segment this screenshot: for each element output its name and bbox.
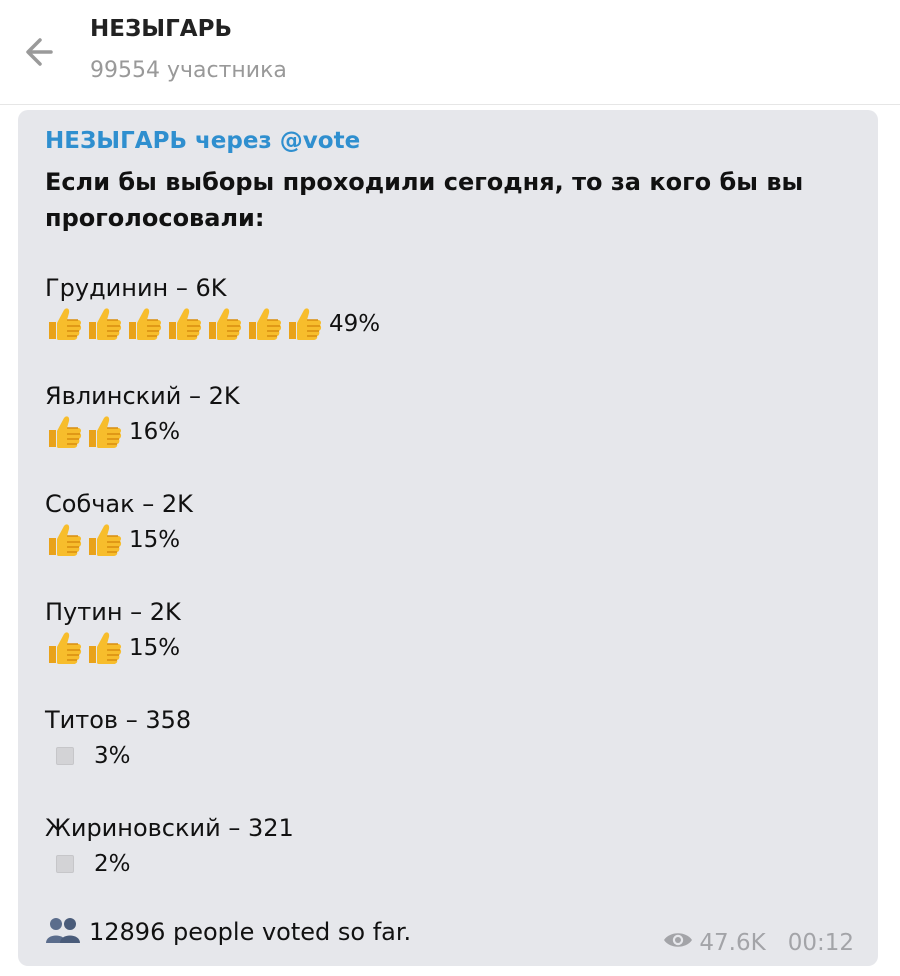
eye-icon	[663, 930, 699, 956]
poll-option: Собчак – 2K 15%	[45, 486, 193, 558]
poll-option-bar: 16%	[45, 414, 240, 450]
thumbs-up-icon	[85, 630, 123, 666]
message-meta: 47.6K 00:12	[663, 930, 854, 956]
people-icon	[45, 916, 89, 948]
voted-count-text: 12896 people voted so far.	[89, 918, 412, 946]
poll-option: Явлинский – 2K 16%	[45, 378, 240, 450]
empty-bar-square-icon	[56, 855, 74, 873]
voted-summary: 12896 people voted so far.	[45, 916, 411, 948]
poll-option-label: Собчак – 2K	[45, 490, 193, 518]
poll-option-percent: 15%	[129, 635, 181, 661]
view-count: 47.6K	[699, 930, 766, 956]
thumbs-up-icon	[45, 522, 83, 558]
back-arrow-icon[interactable]	[20, 32, 60, 72]
poll-option: Титов – 358 3%	[45, 702, 191, 774]
via-bot-link[interactable]: НЕЗЫГАРЬ через @vote	[45, 128, 360, 154]
poll-option-label: Грудинин – 6K	[45, 274, 227, 302]
poll-option: Путин – 2K 15%	[45, 594, 181, 666]
thumbs-up-icon	[205, 306, 243, 342]
thumbs-up-icon	[285, 306, 323, 342]
chat-header: НЕЗЫГАРЬ 99554 участника	[0, 0, 900, 105]
poll-option-percent: 15%	[129, 527, 181, 553]
member-count: 99554 участника	[90, 58, 287, 83]
message-time: 00:12	[787, 930, 854, 956]
thumbs-up-icon	[165, 306, 203, 342]
poll-option: Жириновский – 321 2%	[45, 810, 294, 882]
thumbs-up-icon	[45, 306, 83, 342]
poll-option-label: Титов – 358	[45, 706, 192, 734]
thumbs-up-icon	[45, 414, 83, 450]
poll-option-bar: 2%	[45, 846, 294, 882]
poll-option-percent: 49%	[329, 311, 381, 337]
poll-option: Грудинин – 6K 49%	[45, 270, 380, 342]
poll-option-percent: 3%	[94, 743, 131, 769]
poll-option-bar: 3%	[45, 738, 191, 774]
poll-option-label: Явлинский – 2K	[45, 382, 240, 410]
channel-title[interactable]: НЕЗЫГАРЬ	[90, 16, 232, 42]
thumbs-up-icon	[85, 522, 123, 558]
message-bubble: НЕЗЫГАРЬ через @vote Если бы выборы прох…	[18, 110, 878, 966]
thumbs-up-icon	[45, 630, 83, 666]
poll-option-percent: 2%	[94, 851, 131, 877]
thumbs-up-icon	[85, 306, 123, 342]
thumbs-up-icon	[245, 306, 283, 342]
thumbs-up-icon	[85, 414, 123, 450]
poll-option-bar: 49%	[45, 306, 380, 342]
poll-question: Если бы выборы проходили сегодня, то за …	[45, 168, 804, 232]
poll-option-label: Путин – 2K	[45, 598, 181, 626]
poll-option-bar: 15%	[45, 630, 181, 666]
empty-bar-square-icon	[56, 747, 74, 765]
poll-option-label: Жириновский – 321	[45, 814, 294, 842]
poll-option-bar: 15%	[45, 522, 193, 558]
poll-option-percent: 16%	[129, 419, 181, 445]
thumbs-up-icon	[125, 306, 163, 342]
